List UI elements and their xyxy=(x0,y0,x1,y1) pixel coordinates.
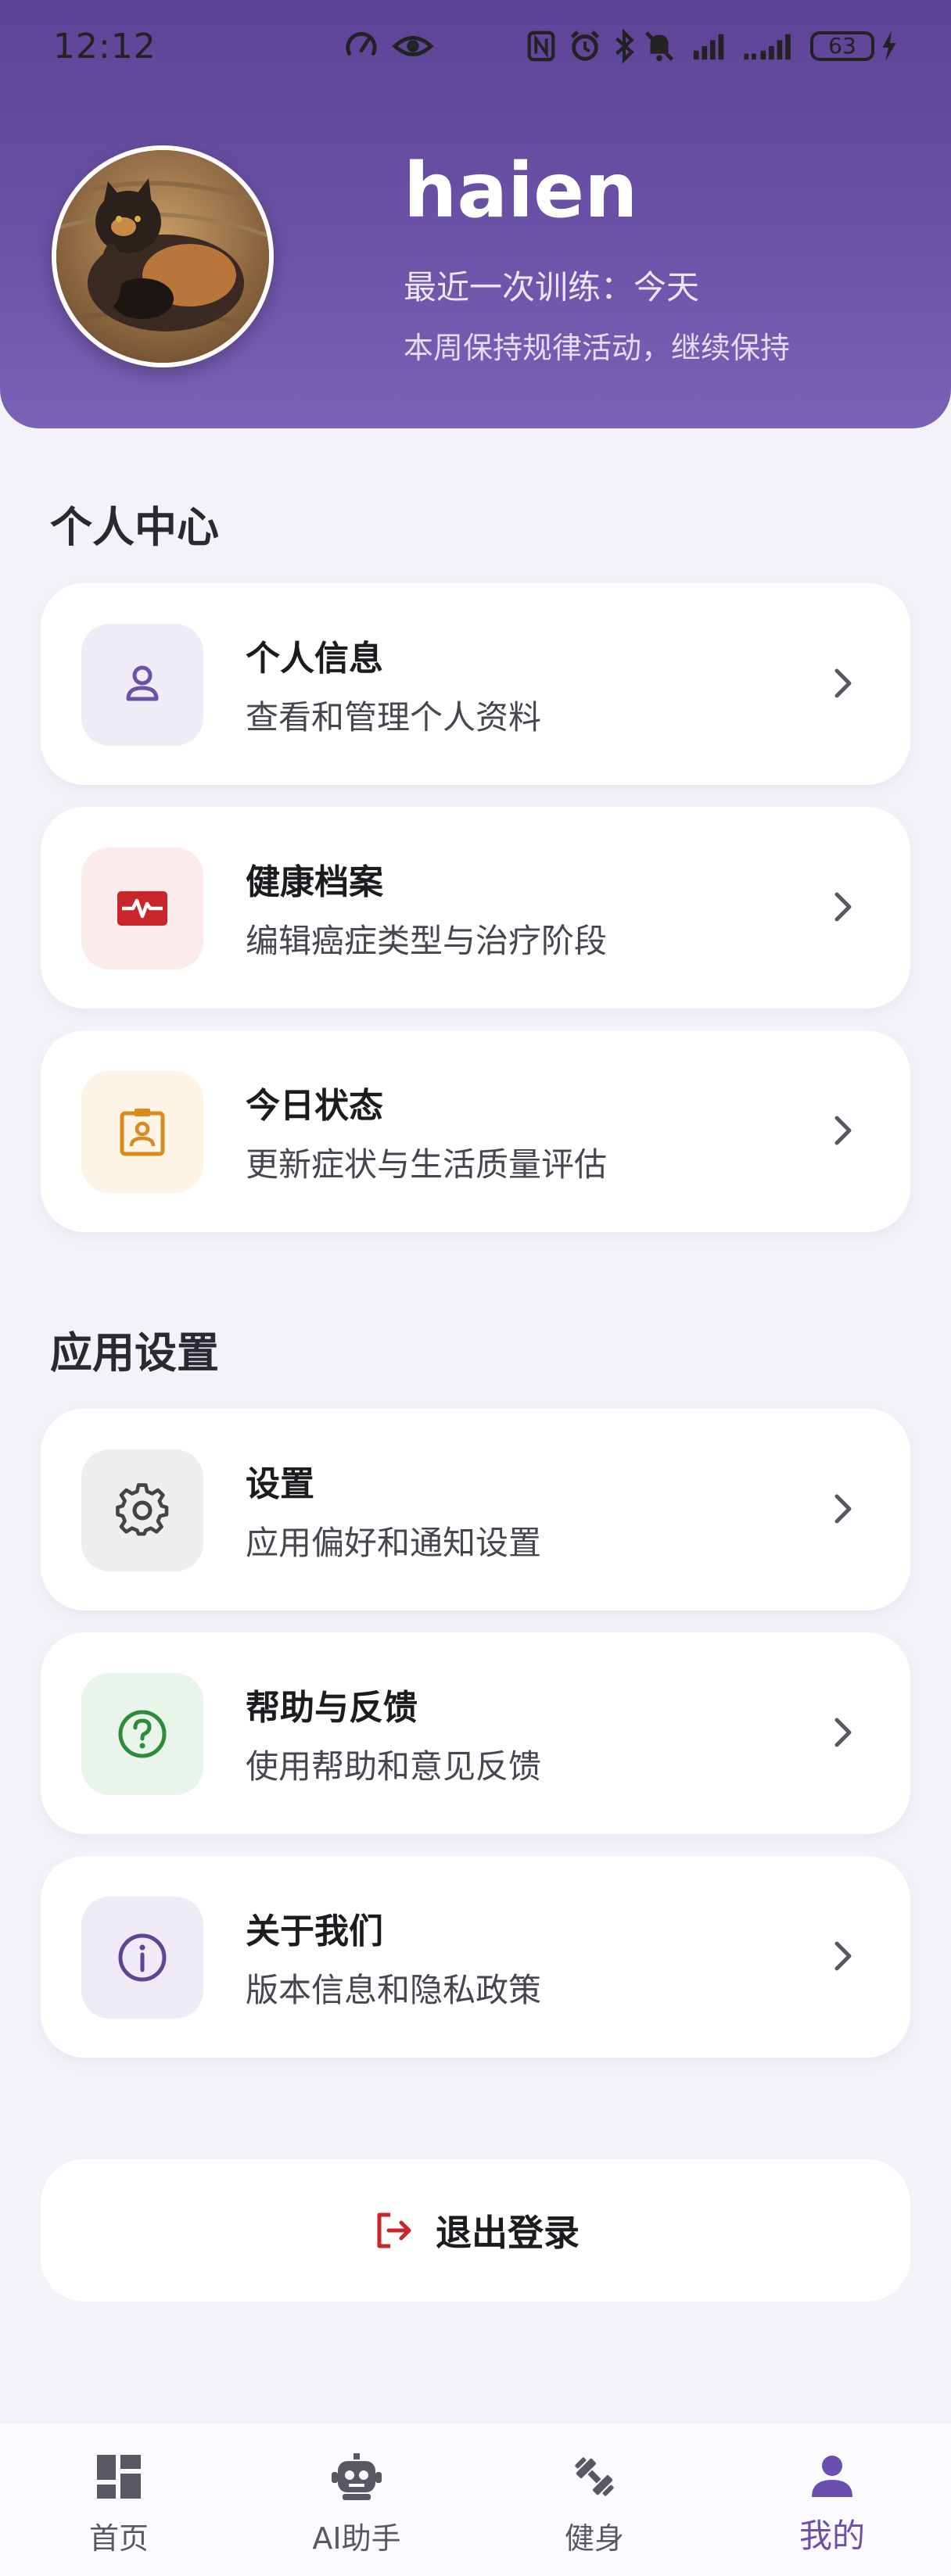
card-subtitle: 应用偏好和通知设置 xyxy=(246,1524,542,1562)
logout-icon xyxy=(377,2212,411,2248)
person-icon xyxy=(126,665,159,701)
menu-item-settings[interactable]: 设置 应用偏好和通知设置 xyxy=(41,1409,910,1610)
status-time: 12:12 xyxy=(53,27,156,66)
nav-label: 我的 xyxy=(798,2517,865,2555)
charging-icon xyxy=(882,30,896,62)
gear-icon xyxy=(116,1483,169,1536)
nav-item-ai-assistant[interactable]: AI助手 xyxy=(238,2424,476,2576)
status-bar: 12:12 63 xyxy=(0,0,951,94)
logout-button[interactable]: 退出登录 xyxy=(41,2159,910,2302)
chevron-right-icon xyxy=(834,1941,852,1971)
bottom-navigation: 首页 AI助手 健身 我的 xyxy=(0,2424,951,2576)
card-subtitle: 使用帮助和意见反馈 xyxy=(246,1747,542,1786)
robot-icon xyxy=(332,2453,382,2500)
logout-label: 退出登录 xyxy=(436,2212,580,2254)
card-title: 今日状态 xyxy=(246,1086,383,1126)
info-icon xyxy=(118,1933,167,1982)
section-title-personal: 个人中心 xyxy=(50,503,219,552)
menu-item-health-record[interactable]: 健康档案 编辑癌症类型与治疗阶段 xyxy=(41,807,910,1009)
chevron-right-icon xyxy=(834,1116,852,1145)
chevron-right-icon xyxy=(834,1494,852,1524)
card-subtitle: 更新症状与生活质量评估 xyxy=(246,1145,608,1184)
bluetooth-icon xyxy=(615,28,634,64)
avatar[interactable] xyxy=(52,145,274,367)
icon-box xyxy=(81,1897,203,2019)
nav-item-me[interactable]: 我的 xyxy=(713,2424,951,2576)
chevron-right-icon xyxy=(834,668,852,698)
icon-box xyxy=(81,1673,203,1795)
alarm-icon xyxy=(571,30,599,61)
username: haien xyxy=(404,147,638,235)
card-subtitle: 查看和管理个人资料 xyxy=(246,698,542,736)
section-title-app-settings: 应用设置 xyxy=(50,1328,219,1378)
signal-icon xyxy=(693,34,724,60)
weekly-note: 本周保持规律活动，继续保持 xyxy=(404,331,791,365)
icon-box xyxy=(81,1071,203,1193)
menu-item-personal-info[interactable]: 个人信息 查看和管理个人资料 xyxy=(41,583,910,785)
card-title: 关于我们 xyxy=(246,1911,383,1951)
battery-indicator: 63 xyxy=(810,31,874,61)
nav-item-home[interactable]: 首页 xyxy=(0,2424,238,2576)
nav-label: 首页 xyxy=(88,2521,149,2556)
card-title: 设置 xyxy=(246,1464,314,1504)
nav-label: 健身 xyxy=(564,2521,624,2556)
data-saver-icon xyxy=(346,32,377,56)
chevron-right-icon xyxy=(834,892,852,922)
badge-icon xyxy=(120,1109,165,1156)
dumbbell-icon xyxy=(575,2457,614,2496)
person-icon xyxy=(812,2456,852,2497)
dashboard-icon xyxy=(97,2455,141,2499)
last-training-text: 最近一次训练：今天 xyxy=(404,268,700,306)
mute-bell-icon xyxy=(644,31,674,62)
heart-monitor-icon xyxy=(117,891,167,926)
profile-header: 12:12 63 haien 最近一次训练：今天 本周保持规律活动，继续保持 xyxy=(0,0,951,428)
signal-icon-2 xyxy=(744,34,791,60)
menu-item-help-feedback[interactable]: 帮助与反馈 使用帮助和意见反馈 xyxy=(41,1632,910,1834)
card-subtitle: 版本信息和隐私政策 xyxy=(246,1971,542,2009)
card-title: 健康档案 xyxy=(246,862,383,902)
help-icon xyxy=(118,1710,167,1758)
menu-item-about-us[interactable]: 关于我们 版本信息和隐私政策 xyxy=(41,1856,910,2058)
icon-box xyxy=(81,624,203,746)
card-title: 个人信息 xyxy=(246,639,383,679)
card-subtitle: 编辑癌症类型与治疗阶段 xyxy=(246,922,608,960)
cat-photo-icon xyxy=(56,150,269,363)
icon-box xyxy=(81,847,203,969)
nfc-icon xyxy=(527,30,555,62)
menu-item-today-status[interactable]: 今日状态 更新症状与生活质量评估 xyxy=(41,1030,910,1232)
nav-label: AI助手 xyxy=(312,2521,401,2556)
eye-comfort-icon xyxy=(392,36,434,56)
chevron-right-icon xyxy=(834,1718,852,1747)
nav-item-fitness[interactable]: 健身 xyxy=(476,2424,713,2576)
icon-box xyxy=(81,1449,203,1571)
card-title: 帮助与反馈 xyxy=(246,1688,418,1728)
